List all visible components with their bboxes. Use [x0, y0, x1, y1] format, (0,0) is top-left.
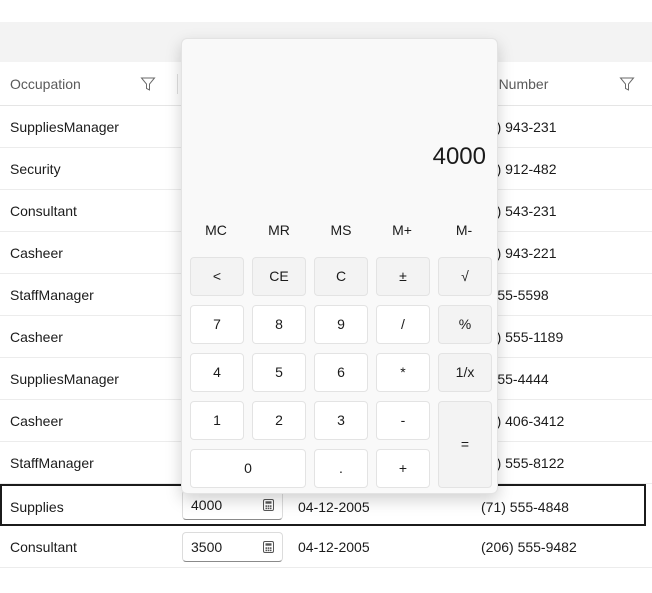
digit-5-button[interactable]: 5 — [252, 353, 306, 392]
add-button[interactable]: + — [376, 449, 430, 488]
digit-6-button[interactable]: 6 — [314, 353, 368, 392]
column-separator — [177, 74, 178, 94]
memory-add-button[interactable]: M+ — [372, 222, 432, 238]
clear-entry-button[interactable]: CE — [252, 257, 306, 296]
backspace-button[interactable]: < — [190, 257, 244, 296]
cell-occupation: Supplies — [10, 499, 64, 515]
digit-9-button[interactable]: 9 — [314, 305, 368, 344]
percent-button[interactable]: % — [438, 305, 492, 344]
digit-2-button[interactable]: 2 — [252, 401, 306, 440]
digit-7-button[interactable]: 7 — [190, 305, 244, 344]
memory-recall-button[interactable]: MR — [249, 222, 309, 238]
calculator-icon[interactable] — [263, 541, 274, 553]
cell-occupation: Consultant — [10, 539, 77, 555]
digit-1-button[interactable]: 1 — [190, 401, 244, 440]
cell-occupation: Security — [10, 161, 61, 177]
cell-occupation: Casheer — [10, 329, 63, 345]
calculator-icon[interactable] — [263, 499, 274, 511]
calculator-input[interactable]: 4000 — [182, 490, 283, 520]
divide-button[interactable]: / — [376, 305, 430, 344]
digit-0-button[interactable]: 0 — [190, 449, 306, 488]
cell-phone: (206) 555-9482 — [481, 539, 577, 555]
cell-occupation: SuppliesManager — [10, 119, 119, 135]
negate-button[interactable]: ± — [376, 257, 430, 296]
cell-occupation: StaffManager — [10, 455, 94, 471]
memory-clear-button[interactable]: MC — [186, 222, 246, 238]
funnel-icon[interactable] — [619, 76, 635, 92]
cell-occupation: Casheer — [10, 413, 63, 429]
table-row[interactable]: Consultant 3500 04-12-2005 (206) 555-948… — [0, 526, 652, 568]
cell-date: 04-12-2005 — [298, 539, 370, 555]
calculator-input-value: 3500 — [191, 539, 223, 555]
decimal-button[interactable]: . — [314, 449, 368, 488]
subtract-button[interactable]: - — [376, 401, 430, 440]
calculator-input[interactable]: 3500 — [182, 532, 283, 562]
header-occupation[interactable]: Occupation — [10, 62, 81, 106]
clear-button[interactable]: C — [314, 257, 368, 296]
memory-store-button[interactable]: MS — [311, 222, 371, 238]
calculator-input-value: 4000 — [191, 497, 223, 513]
reciprocal-button[interactable]: 1/x — [438, 353, 492, 392]
square-root-button[interactable]: √ — [438, 257, 492, 296]
digit-8-button[interactable]: 8 — [252, 305, 306, 344]
multiply-button[interactable]: * — [376, 353, 430, 392]
equals-button[interactable]: = — [438, 401, 492, 488]
cell-occupation: SuppliesManager — [10, 371, 119, 387]
digit-4-button[interactable]: 4 — [190, 353, 244, 392]
calculator-display: 4000 — [432, 143, 486, 170]
calculator-popup: 4000 MC MR MS M+ M- < CE C ± √ 7 8 9 / %… — [181, 38, 498, 494]
cell-occupation: StaffManager — [10, 287, 94, 303]
cell-occupation: Consultant — [10, 203, 77, 219]
memory-subtract-button[interactable]: M- — [434, 222, 494, 238]
digit-3-button[interactable]: 3 — [314, 401, 368, 440]
cell-occupation: Casheer — [10, 245, 63, 261]
funnel-icon[interactable] — [140, 76, 156, 92]
